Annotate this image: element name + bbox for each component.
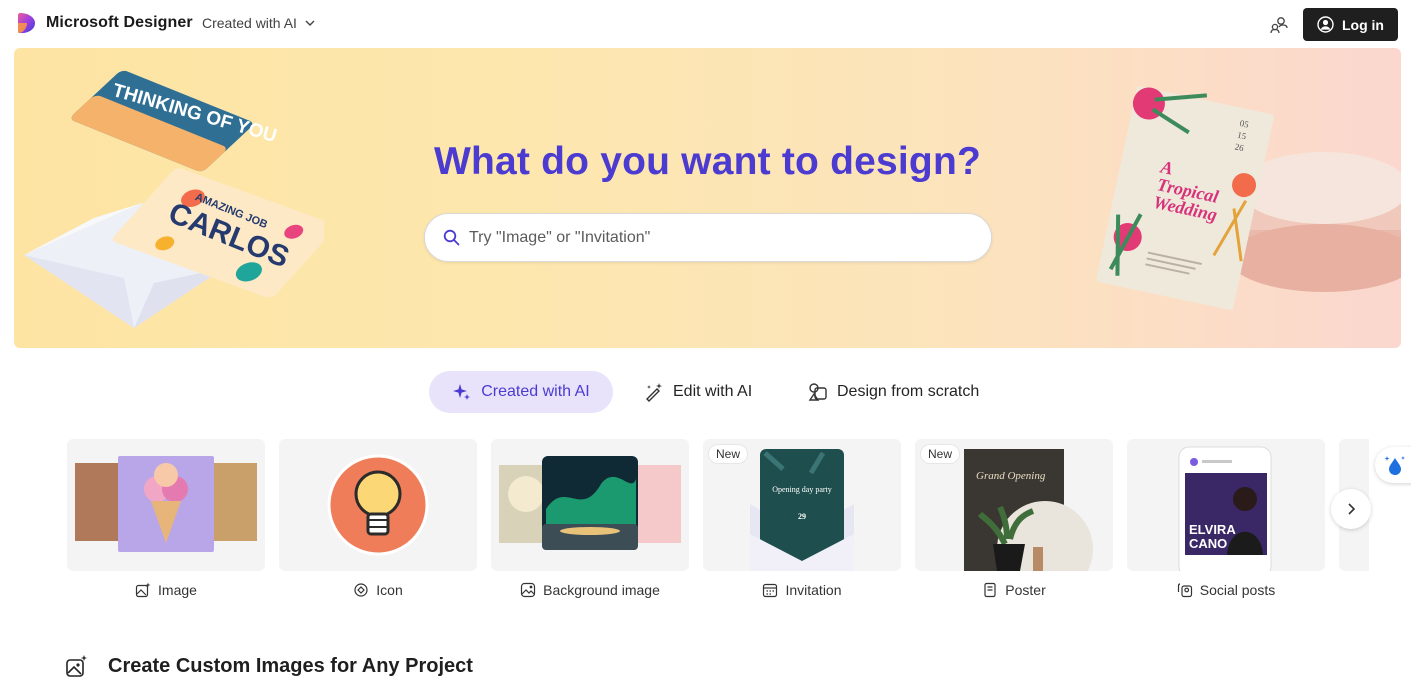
card-label: Poster: [915, 582, 1113, 598]
aurora-thumbnail: [499, 456, 681, 550]
card-label: Image: [67, 582, 265, 598]
card-image[interactable]: Image: [67, 439, 265, 598]
background-image-icon: [521, 582, 536, 598]
tab-design-from-scratch[interactable]: Design from scratch: [808, 371, 979, 413]
card-label-text: Icon: [376, 582, 403, 598]
social-thumb-text-2: CANO: [1189, 536, 1227, 551]
card-label-text: Background image: [543, 582, 660, 598]
card-label-text: Invitation: [785, 582, 842, 598]
chevron-right-icon: [1348, 503, 1356, 515]
mode-dropdown-label: Created with AI: [202, 15, 297, 31]
poster-icon: [984, 582, 996, 598]
card-label: Background image: [491, 582, 689, 598]
card-label: Icon: [279, 582, 477, 598]
sparkle-icon: [453, 384, 471, 400]
tab-label: Created with AI: [481, 383, 590, 400]
mode-dropdown[interactable]: Created with AI: [202, 15, 316, 31]
card-thumbnail: Opening day party 29 New: [703, 439, 901, 571]
droplet-sparkle-icon: [1384, 456, 1405, 475]
community-button[interactable]: [1268, 14, 1290, 36]
card-thumbnail: [279, 439, 477, 571]
greeting-cards-illustration: THINKING OF YOU AMAZING JOB CARLOS: [24, 70, 324, 328]
card-thumbnail: [491, 439, 689, 571]
ice-cream-thumbnail: [75, 456, 257, 552]
people-icon: [1270, 17, 1288, 34]
tab-label: Design from scratch: [837, 383, 980, 400]
designer-logo-icon: [18, 13, 35, 33]
social-thumb-text-1: ELVIRA: [1189, 522, 1236, 537]
social-posts-icon: [1177, 583, 1192, 598]
top-bar: Microsoft Designer Created with AI Log i…: [0, 0, 1411, 48]
new-badge: New: [709, 445, 748, 463]
login-label: Log in: [1342, 16, 1384, 33]
tab-label: Edit with AI: [673, 383, 753, 400]
card-icon[interactable]: Icon: [279, 439, 477, 598]
section-title: Create Custom Images for Any Project: [108, 654, 473, 677]
design-type-carousel: Image Icon Background image Opening day …: [0, 439, 1411, 609]
card-label-text: Social posts: [1199, 582, 1276, 598]
card-thumbnail: ELVIRA CANO: [1127, 439, 1325, 571]
carousel-next-button[interactable]: [1331, 489, 1371, 529]
image-sparkle-icon: [135, 582, 151, 598]
social-post-thumbnail: ELVIRA CANO: [1178, 446, 1272, 571]
card-thumbnail: [67, 439, 265, 571]
card-label-text: Image: [158, 582, 197, 598]
creation-mode-tabs: Created with AI Edit with AI Design from…: [0, 371, 1411, 413]
card-thumbnail: Grand Opening New: [915, 439, 1113, 571]
calendar-icon: [763, 583, 778, 598]
design-shapes-icon: [808, 383, 827, 401]
card-poster[interactable]: Grand Opening New Poster: [915, 439, 1113, 598]
chevron-down-icon: [305, 20, 315, 26]
image-sparkle-icon: [66, 655, 87, 677]
wedding-invitation-illustration: 05 15 26 A Tropical Wedding: [1096, 86, 1401, 310]
card-social-posts[interactable]: ELVIRA CANO Social posts: [1127, 439, 1325, 598]
new-badge: New: [921, 445, 960, 463]
lightbulb-thumbnail: [327, 454, 429, 556]
card-label: Social posts: [1127, 582, 1325, 598]
card-invitation[interactable]: Opening day party 29 New Invitation: [703, 439, 901, 598]
icon-shapes-icon: [354, 583, 368, 597]
login-button[interactable]: Log in: [1303, 8, 1398, 41]
card-label-text: Poster: [1005, 582, 1046, 598]
section-header: Create Custom Images for Any Project: [65, 654, 473, 678]
copilot-float-button[interactable]: [1375, 447, 1411, 483]
card-label: Invitation: [703, 582, 901, 598]
tab-created-with-ai[interactable]: Created with AI: [429, 371, 613, 413]
user-circle-icon: [1317, 16, 1334, 33]
hero-banner: THINKING OF YOU AMAZING JOB CARLOS What …: [14, 48, 1401, 348]
poster-thumb-text: Grand Opening: [976, 470, 1046, 482]
app-name: Microsoft Designer: [46, 14, 193, 31]
design-search-bar[interactable]: [424, 213, 992, 262]
search-icon: [443, 229, 460, 246]
invitation-thumb-date: 29: [798, 512, 806, 521]
magic-wand-icon: [646, 383, 662, 402]
invitation-thumb-text: Opening day party: [772, 485, 832, 494]
tab-edit-with-ai[interactable]: Edit with AI: [644, 371, 752, 413]
card-background-image[interactable]: Background image: [491, 439, 689, 598]
brand[interactable]: Microsoft Designer: [17, 12, 193, 34]
search-input[interactable]: [469, 228, 969, 247]
